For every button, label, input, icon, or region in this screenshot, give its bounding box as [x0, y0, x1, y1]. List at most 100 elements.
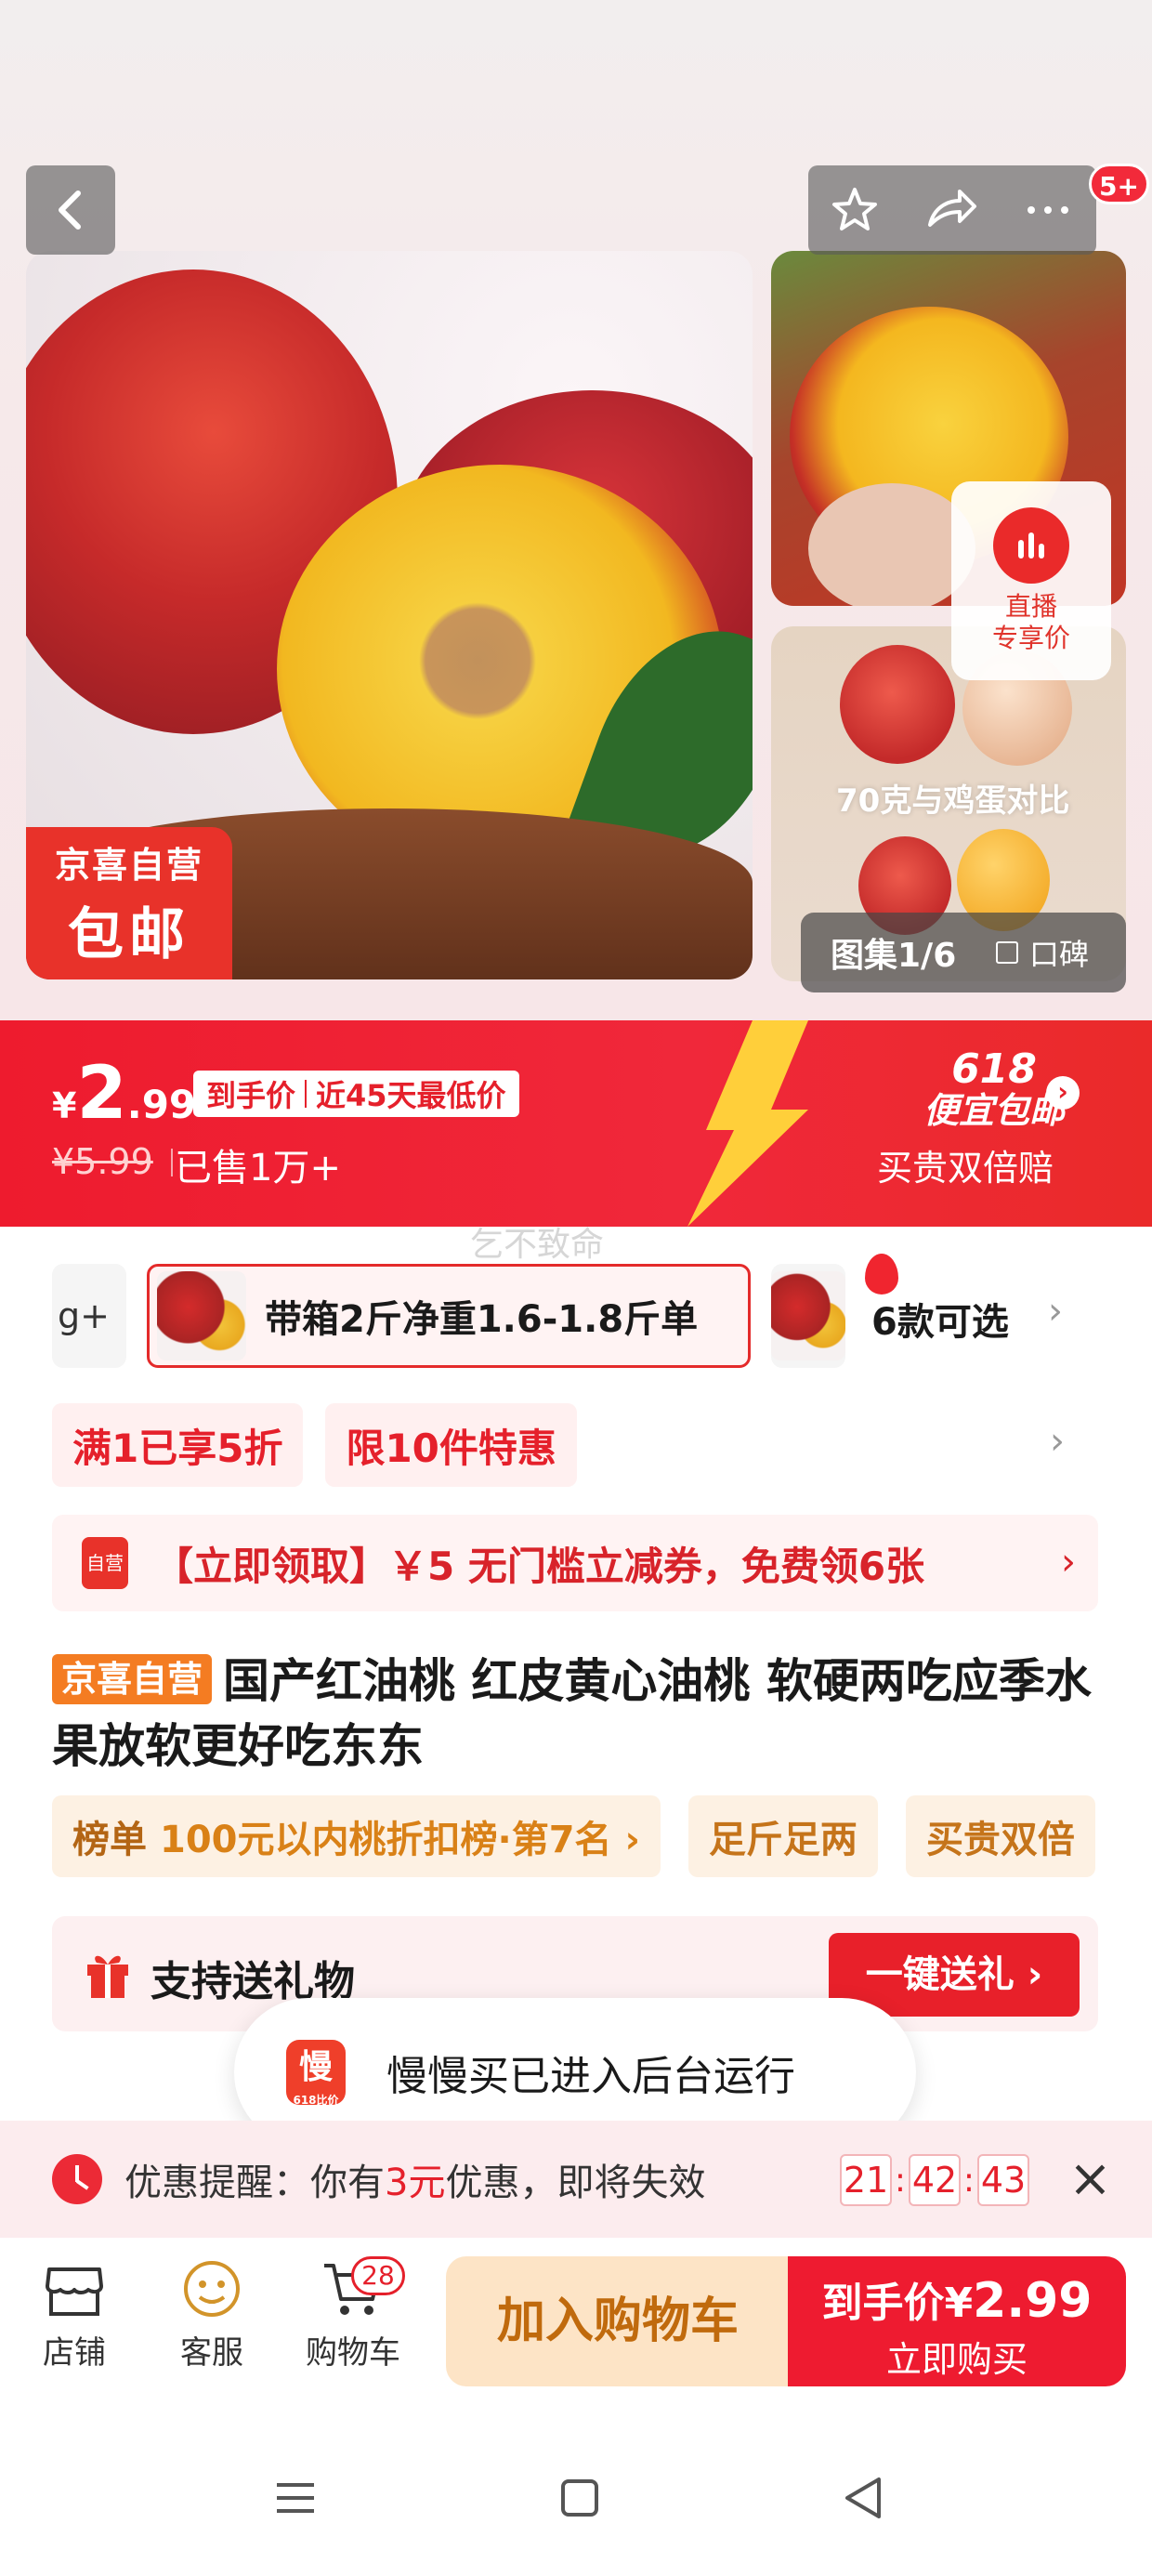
reminder-suffix: 优惠，即将失效 [445, 2162, 706, 2204]
main-product-image[interactable]: 京喜自营 包邮 [26, 251, 753, 979]
discount-chip[interactable]: 满1已享5折 [52, 1403, 304, 1487]
countdown-hours: 21 [840, 2154, 892, 2206]
product-title: 京喜自营 国产红油桃 红皮黄心油桃 软硬两吃应季水果放软更好吃东东 [52, 1649, 1111, 1779]
system-navigation-bar [0, 2420, 1152, 2576]
variant-option-prev[interactable]: g+ [52, 1264, 126, 1368]
price-banner: ¥ 2 .99 到手价 近45天最低价 ¥5.99 已售1万+ 618 便宜包邮… [0, 1020, 1152, 1227]
current-price: ¥ 2 .99 [52, 1052, 196, 1136]
customer-service-button[interactable]: 客服 [147, 2258, 277, 2372]
self-operated-tag: 京喜自营 [52, 1654, 213, 1704]
price-guarantee-tag[interactable]: 买贵双倍 [905, 1795, 1095, 1877]
star-icon[interactable] [827, 182, 883, 238]
coupon-icon: 自营 [82, 1537, 128, 1589]
back-button[interactable] [26, 165, 115, 255]
lightning-icon [687, 1020, 808, 1227]
hand-image [808, 483, 975, 606]
variant-label: 带箱2斤净重1.6-1.8斤单 [265, 1298, 699, 1341]
sold-count: 已售1万+ [175, 1147, 341, 1189]
buy-price-prefix: 到手价¥ [821, 2280, 974, 2327]
top-action-bar [808, 165, 1096, 255]
lowest-price-label: 近45天最低价 [316, 1078, 506, 1113]
peach-small-image [840, 645, 955, 764]
gift-icon [87, 1955, 128, 1998]
store-button[interactable]: 店铺 [9, 2258, 139, 2372]
variant-prev-label: g+ [58, 1295, 110, 1336]
ranking-tag[interactable]: 榜单 100元以内桃折扣榜·第7名 › [52, 1795, 661, 1877]
tag-line-2: 包邮 [68, 902, 190, 967]
jingxi-shipping-tag: 京喜自营 包邮 [26, 827, 232, 979]
home-icon[interactable] [554, 2472, 606, 2524]
menu-icon[interactable] [269, 2472, 321, 2524]
comment-icon [996, 941, 1018, 964]
watermark: 乞不致命 [470, 1226, 605, 1264]
chevron-right-icon[interactable]: › [1050, 1420, 1065, 1463]
countdown-minutes: 42 [909, 2154, 961, 2206]
app-icon-sub: 618比价 [293, 2094, 339, 2107]
chevron-right-icon[interactable]: › [1046, 1076, 1080, 1110]
gallery-counter-bar[interactable]: 图集1/6 口碑 [801, 913, 1126, 992]
final-price-label: 到手价 [206, 1078, 296, 1113]
manmanmai-app-icon: 慢 618比价 [286, 2040, 346, 2107]
more-icon[interactable] [1018, 182, 1078, 238]
live-label-1: 直播 [1004, 591, 1057, 622]
cart-label: 购物车 [306, 2334, 400, 2372]
variant-option-next[interactable] [771, 1264, 845, 1368]
weight-guarantee-tag[interactable]: 足斤足两 [687, 1795, 878, 1877]
promo-guarantee: 买贵双倍赔 [877, 1148, 1054, 1189]
currency-symbol: ¥ [52, 1085, 77, 1126]
discount-reminder-bar[interactable]: 优惠提醒：你有3元优惠，即将失效 21 : 42 : 43 × [0, 2121, 1152, 2238]
ranking-tags: 榜单 100元以内桃折扣榜·第7名 › 足斤足两 买贵双倍 [52, 1795, 1123, 1877]
chevron-right-icon[interactable]: › [1048, 1290, 1063, 1333]
buy-price: 2.99 [973, 2273, 1093, 2329]
limited-offer-chip[interactable]: 限10件特惠 [325, 1403, 577, 1487]
variant-thumbnail [157, 1271, 246, 1360]
ranking-value: 100元以内桃折扣榜·第7名 › [160, 1819, 640, 1861]
live-price-button[interactable]: 直播 专享价 [951, 481, 1111, 680]
price-decimal: .99 [126, 1082, 197, 1127]
weight-guarantee-label: 足斤足两 [708, 1819, 857, 1861]
service-label: 客服 [180, 2334, 243, 2372]
variant-count[interactable]: 6款可选 [871, 1292, 1009, 1346]
variant-selector: g+ 带箱2斤净重1.6-1.8斤单 6款可选 › [0, 1254, 1152, 1379]
price-guarantee-label: 买贵双倍 [925, 1819, 1075, 1861]
clock-icon [52, 2154, 102, 2204]
customer-service-icon [184, 2261, 240, 2317]
variant-option-selected[interactable]: 带箱2斤净重1.6-1.8斤单 [147, 1254, 898, 1368]
countdown-timer: 21 : 42 : 43 [840, 2154, 1029, 2206]
chevron-left-icon [59, 191, 81, 230]
close-icon[interactable]: × [1068, 2147, 1112, 2212]
price-tag: 到手价 近45天最低价 [193, 1071, 519, 1117]
chevron-right-icon: › [1061, 1541, 1076, 1584]
back-triangle-icon[interactable] [838, 2472, 890, 2524]
discount-chips: 满1已享5折 限10件特惠 [52, 1403, 599, 1487]
reminder-text: 优惠提醒：你有3元优惠，即将失效 [124, 2152, 705, 2206]
live-bars-icon [993, 507, 1069, 584]
store-label: 店铺 [43, 2334, 106, 2372]
buy-now-button[interactable]: 到手价¥2.99 立即购买 [788, 2256, 1126, 2386]
ranking-key: 榜单 [72, 1819, 147, 1861]
price-integer: 2 [76, 1052, 127, 1136]
original-price: ¥5.99 [52, 1141, 153, 1182]
reminder-amount: 3元 [385, 2162, 446, 2204]
toast-message: 慢慢买已进入后台运行 [386, 2053, 795, 2100]
thumbnail-caption: 70克与鸡蛋对比 [836, 782, 1070, 820]
buy-now-label: 立即购买 [885, 2339, 1028, 2380]
product-gallery[interactable]: 京喜自营 包邮 70克与鸡蛋对比 直播 专享价 图集1/6 口碑 5+ [0, 0, 1152, 1022]
countdown-seconds: 43 [977, 2154, 1029, 2206]
image-counter: 图集1/6 [831, 937, 957, 975]
variant-thumbnail-next [771, 1271, 845, 1360]
coupon-bar[interactable]: 自营 【立即领取】￥5 无门槛立减券，免费领6张 › [52, 1515, 1098, 1611]
tag-line-1: 京喜自营 [54, 845, 203, 886]
add-to-cart-button[interactable]: 加入购物车 [446, 2256, 790, 2386]
share-icon[interactable] [921, 182, 980, 238]
reminder-prefix: 优惠提醒：你有 [124, 2162, 385, 2204]
app-icon-char: 慢 [298, 2048, 333, 2086]
hot-flame-icon [865, 1254, 898, 1295]
live-label-2: 专享价 [991, 623, 1070, 653]
coupon-text: 【立即领取】￥5 无门槛立减券，免费领6张 [154, 1543, 925, 1589]
store-icon [46, 2267, 103, 2316]
cart-count-badge: 28 [351, 2256, 405, 2295]
buy-price-line: 到手价¥2.99 [788, 2269, 1126, 2329]
reviews-tab[interactable]: 口碑 [1029, 931, 1089, 974]
message-badge: 5+ [1089, 164, 1149, 204]
